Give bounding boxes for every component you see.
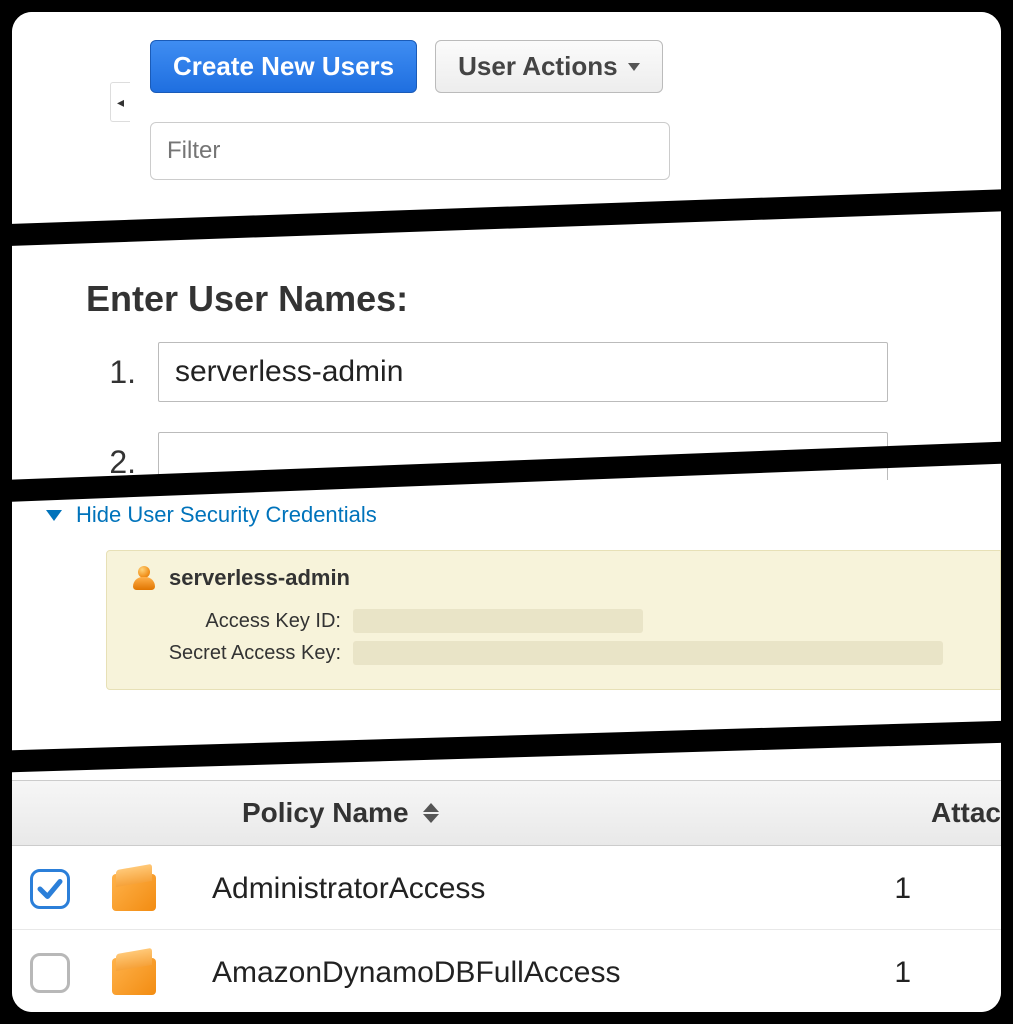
attached-column-header[interactable]: Attac: [931, 797, 1001, 829]
access-key-id-label: Access Key ID:: [153, 610, 353, 633]
policy-name-column-header[interactable]: Policy Name: [242, 797, 439, 829]
hide-credentials-toggle[interactable]: Hide User Security Credentials: [46, 502, 377, 528]
create-new-users-button[interactable]: Create New Users: [150, 40, 417, 93]
policy-box-icon: [112, 867, 156, 911]
chevron-down-icon: [628, 63, 640, 71]
secret-access-key-label: Secret Access Key:: [153, 642, 353, 665]
secret-access-key-value-redacted: [353, 641, 943, 665]
user-row-number: 1.: [102, 354, 136, 391]
chevron-down-icon: [46, 510, 62, 521]
enter-user-names-heading: Enter User Names:: [86, 278, 408, 320]
policy-name: AmazonDynamoDBFullAccess: [212, 956, 620, 990]
user-icon: [133, 566, 155, 590]
access-key-id-value-redacted: [353, 609, 643, 633]
policy-name: AdministratorAccess: [212, 872, 485, 906]
policy-checkbox[interactable]: [30, 953, 70, 993]
policy-row[interactable]: AmazonDynamoDBFullAccess 1: [12, 932, 1001, 1012]
policy-row[interactable]: AdministratorAccess 1: [12, 848, 1001, 930]
user-actions-dropdown[interactable]: User Actions: [435, 40, 662, 93]
policy-box-icon: [112, 951, 156, 995]
hide-credentials-label: Hide User Security Credentials: [76, 502, 377, 528]
sidebar-collapse-toggle[interactable]: ◂: [110, 82, 130, 122]
credentials-username: serverless-admin: [169, 565, 350, 591]
chevron-left-icon: ◂: [117, 94, 124, 111]
filter-input[interactable]: [150, 122, 670, 180]
check-icon: [35, 874, 65, 904]
sort-icon: [423, 803, 439, 823]
policy-attached-count: 1: [894, 956, 911, 990]
policy-attached-count: 1: [894, 872, 911, 906]
user-actions-label: User Actions: [458, 51, 617, 82]
credentials-box: serverless-admin Access Key ID: Secret A…: [106, 550, 1001, 690]
create-new-users-label: Create New Users: [173, 51, 394, 82]
policy-checkbox[interactable]: [30, 869, 70, 909]
user-name-input-1[interactable]: [158, 342, 888, 402]
policy-table-header: Policy Name Attac: [12, 780, 1001, 846]
